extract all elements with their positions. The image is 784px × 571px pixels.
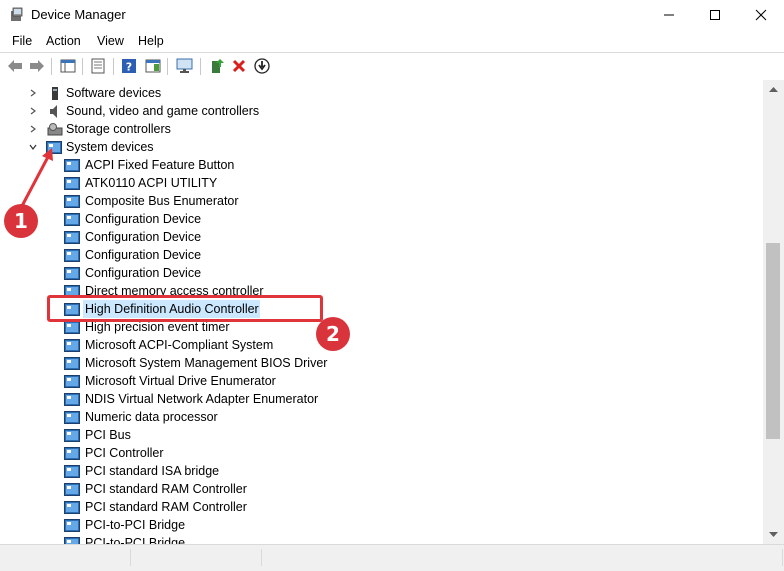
- annotation-highlight-box: [47, 295, 323, 322]
- annotation-arrow: [20, 154, 51, 207]
- annotation-step-2-badge: 2: [316, 317, 350, 351]
- annotation-overlay: [20, 148, 53, 207]
- annotation-step-1-badge: 1: [4, 204, 38, 238]
